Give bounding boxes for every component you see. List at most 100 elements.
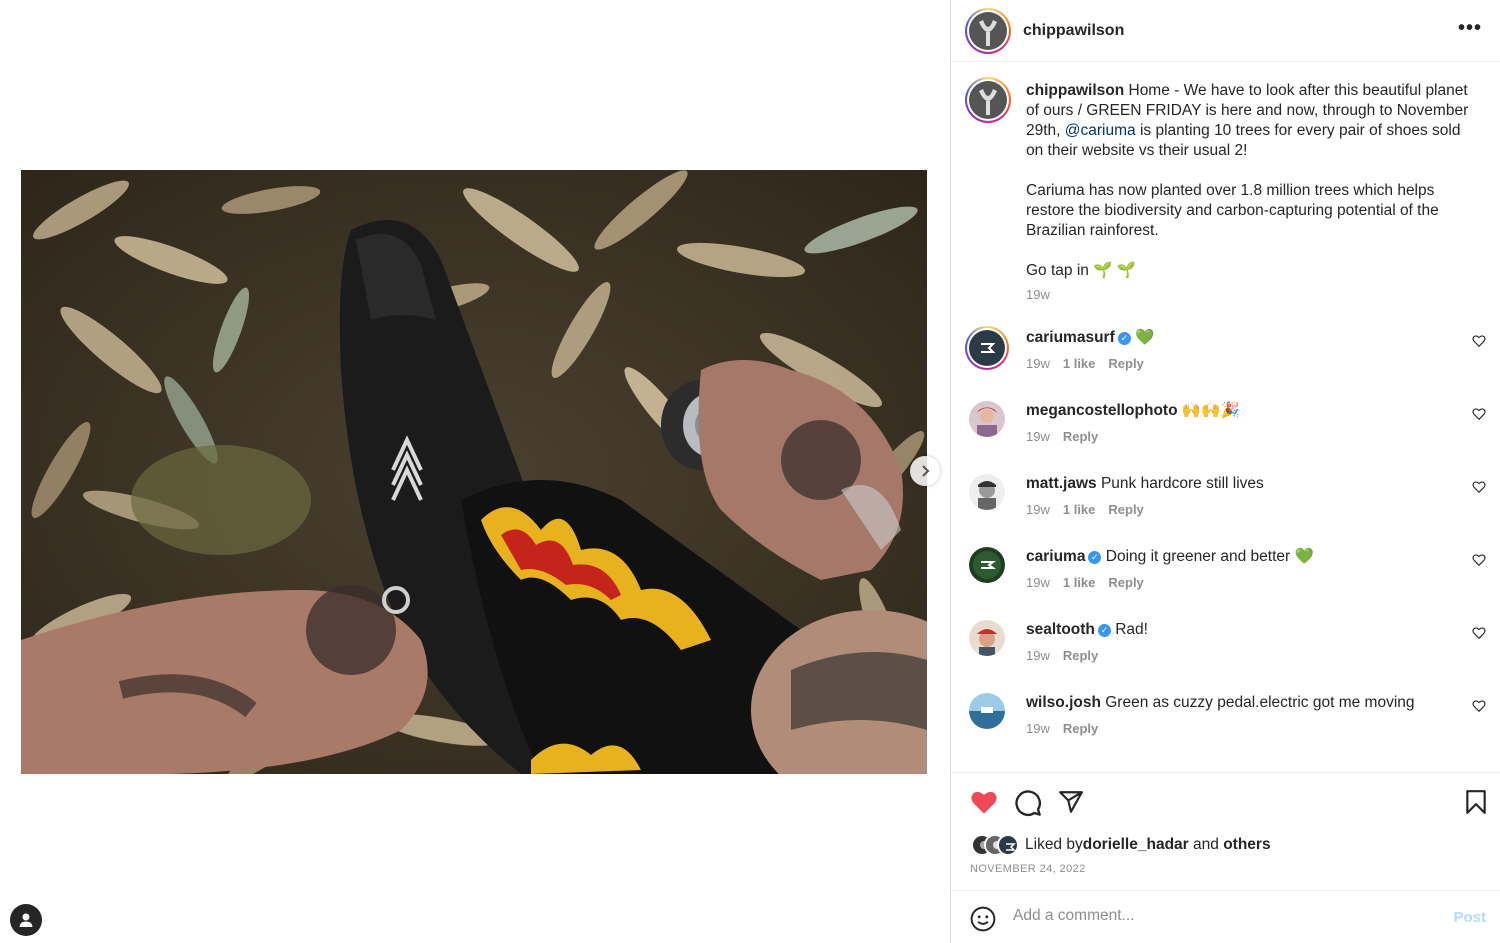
emoji-icon[interactable] (970, 906, 996, 932)
like-comment-heart-icon[interactable] (1472, 407, 1486, 421)
likes-summary: Liked by dorielle_hadar and others (971, 834, 1271, 856)
liker-avatar (997, 834, 1019, 856)
comment-body: sealtooth ✓ Rad! (1026, 620, 1446, 640)
comment-text: Doing it greener and better 💚 (1101, 548, 1314, 565)
reply-button[interactable]: Reply (1063, 648, 1098, 663)
comment-username[interactable]: wilso.josh (1026, 694, 1101, 711)
comment-avatar[interactable] (965, 326, 1009, 370)
more-options-button[interactable]: ••• (1458, 18, 1482, 38)
comment-body: matt.jaws Punk hardcore still lives (1026, 474, 1446, 494)
comment-username[interactable]: sealtooth (1026, 621, 1095, 638)
caption-avatar[interactable] (965, 77, 1011, 123)
caption-body-2: is planting 10 trees for every pair of s… (1026, 122, 1461, 279)
person-icon (19, 913, 33, 927)
comment-avatar[interactable] (969, 474, 1005, 510)
comment-meta: 19w Reply (1026, 721, 1098, 736)
comment-meta: 19w 1 like Reply (1026, 502, 1144, 517)
comment: wilso.josh Green as cuzzy pedal.electric… (965, 691, 1486, 751)
share-icon[interactable] (1058, 789, 1084, 815)
reply-button[interactable]: Reply (1108, 502, 1143, 517)
likes-others-link[interactable]: others (1223, 836, 1270, 854)
reply-button[interactable]: Reply (1063, 721, 1098, 736)
post-side-panel: chippawilson ••• chippawilson Home - We … (950, 0, 1500, 943)
verified-badge-icon: ✓ (1097, 624, 1111, 637)
reply-button[interactable]: Reply (1108, 575, 1143, 590)
post-date[interactable]: NOVEMBER 24, 2022 (970, 863, 1086, 875)
comment-meta: 19w Reply (1026, 648, 1098, 663)
comment-body: cariumasurf ✓ 💚 (1026, 328, 1446, 348)
reply-button[interactable]: Reply (1063, 429, 1098, 444)
comment-likes[interactable]: 1 like (1063, 356, 1096, 371)
comment-time[interactable]: 19w (1026, 648, 1050, 663)
comment-text: 🙌🙌🎉 (1177, 402, 1240, 419)
comment-avatar[interactable] (969, 547, 1005, 583)
author-avatar[interactable] (965, 7, 1011, 54)
comment-time[interactable]: 19w (1026, 721, 1050, 736)
comment-username[interactable]: cariumasurf (1026, 329, 1115, 346)
caption-time[interactable]: 19w (1026, 287, 1050, 302)
comment-input[interactable] (1013, 907, 1433, 925)
likes-prefix: Liked by (1025, 836, 1083, 853)
photo-shoe-leaves (21, 170, 927, 774)
comment: cariumasurf ✓ 💚 19w 1 like Reply (965, 326, 1486, 386)
cariuma-avatar-image (969, 547, 1005, 583)
comment-avatar[interactable] (969, 693, 1005, 729)
comment-username[interactable]: cariuma (1026, 548, 1085, 565)
author-avatar-image (969, 11, 1007, 50)
like-comment-heart-icon[interactable] (1472, 626, 1486, 640)
comment-body: wilso.josh Green as cuzzy pedal.electric… (1026, 693, 1446, 713)
comment-avatar[interactable] (969, 401, 1005, 437)
comment-time[interactable]: 19w (1026, 502, 1050, 517)
comment-time[interactable]: 19w (1026, 429, 1050, 444)
comment-likes[interactable]: 1 like (1063, 575, 1096, 590)
like-comment-heart-icon[interactable] (1472, 553, 1486, 567)
comment: megancostellophoto 🙌🙌🎉 19w Reply (965, 399, 1486, 459)
sealtooth-avatar-image (969, 620, 1005, 656)
comment-meta: 19w 1 like Reply (1026, 575, 1144, 590)
comment-username[interactable]: matt.jaws (1026, 475, 1097, 492)
comment-text: Rad! (1110, 621, 1148, 638)
comment-username[interactable]: megancostellophoto (1026, 402, 1178, 419)
like-comment-heart-icon[interactable] (1472, 480, 1486, 494)
likes-middle: and (1188, 836, 1224, 853)
mention-link[interactable]: @cariuma (1065, 122, 1136, 139)
comment-text: Punk hardcore still lives (1096, 475, 1264, 492)
comment-text: 💚 (1130, 329, 1155, 346)
action-bar (951, 772, 1500, 832)
author-username[interactable]: chippawilson (1023, 22, 1124, 40)
account-button[interactable] (10, 904, 42, 936)
reply-button[interactable]: Reply (1108, 356, 1143, 371)
comment-avatar[interactable] (969, 620, 1005, 656)
instagram-post-view: chippawilson ••• chippawilson Home - We … (0, 0, 1500, 943)
next-photo-button[interactable] (910, 456, 940, 486)
comment-likes[interactable]: 1 like (1063, 502, 1096, 517)
megancostellophoto-avatar-image (969, 401, 1005, 437)
liker-avatars[interactable] (971, 834, 1031, 856)
comment-body: megancostellophoto 🙌🙌🎉 (1026, 401, 1446, 421)
comment-time[interactable]: 19w (1026, 356, 1050, 371)
comment-icon[interactable] (1014, 789, 1042, 817)
caption-username[interactable]: chippawilson (1026, 82, 1124, 99)
matt-jaws-avatar-image (969, 474, 1005, 510)
wilso-josh-avatar-image (969, 693, 1005, 729)
comment: sealtooth ✓ Rad! 19w Reply (965, 618, 1486, 678)
verified-badge-icon: ✓ (1088, 551, 1102, 564)
caption: chippawilson Home - We have to look afte… (965, 77, 1486, 317)
comment-time[interactable]: 19w (1026, 575, 1050, 590)
like-comment-heart-icon[interactable] (1472, 699, 1486, 713)
post-comment-button[interactable]: Post (1453, 909, 1486, 926)
comment-meta: 19w Reply (1026, 429, 1098, 444)
comments-scroll[interactable]: chippawilson Home - We have to look afte… (951, 63, 1500, 771)
save-bookmark-icon[interactable] (1465, 789, 1487, 815)
chevron-right-icon (922, 465, 930, 477)
add-comment-bar: Post (951, 890, 1500, 943)
comment: cariuma ✓ Doing it greener and better 💚 1… (965, 545, 1486, 605)
liked-heart-icon[interactable] (970, 789, 998, 815)
post-photo[interactable] (21, 170, 927, 774)
liker-username[interactable]: dorielle_hadar (1083, 836, 1189, 854)
cariumasurf-avatar-image (969, 330, 1005, 366)
like-comment-heart-icon[interactable] (1472, 334, 1486, 348)
caption-text: chippawilson Home - We have to look afte… (1026, 81, 1471, 281)
caption-avatar-image (969, 81, 1007, 119)
comment: matt.jaws Punk hardcore still lives 19w … (965, 472, 1486, 532)
